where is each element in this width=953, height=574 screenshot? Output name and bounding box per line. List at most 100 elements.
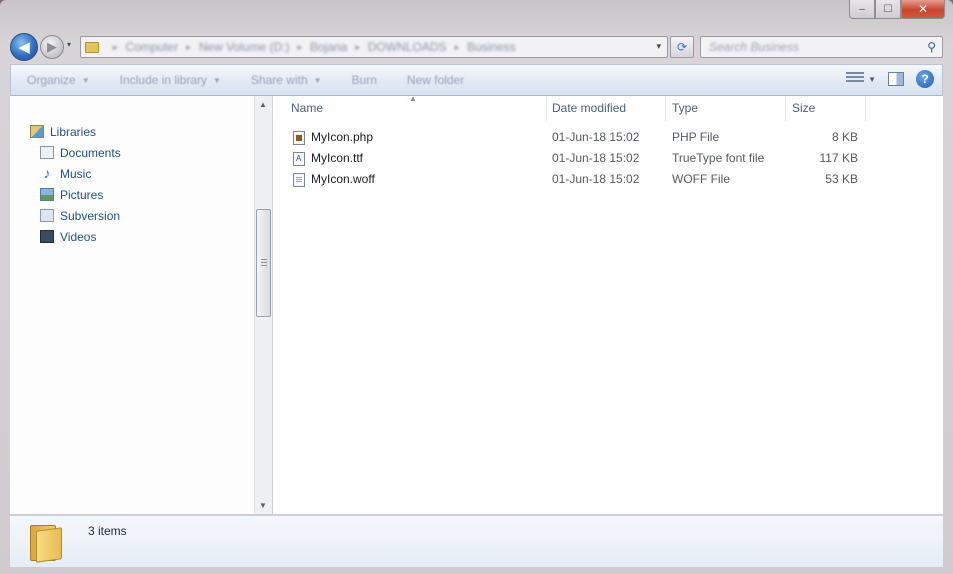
scroll-up-icon[interactable]: ▲ — [259, 100, 267, 109]
view-dropdown-icon[interactable]: ▼ — [868, 75, 876, 84]
sidebar-item-label: Documents — [60, 145, 121, 160]
sidebar-item-pictures[interactable]: Pictures — [30, 184, 121, 205]
address-dropdown-icon[interactable]: ▾ — [656, 41, 661, 52]
sidebar-item-label: Pictures — [60, 187, 104, 202]
details-pane: 3 items — [10, 515, 943, 567]
breadcrumb-downloads[interactable]: DOWNLOADS — [368, 40, 447, 54]
sidebar-item-videos[interactable]: Videos — [30, 226, 121, 247]
navigation-scrollbar[interactable]: ▲ ▼ — [254, 96, 272, 514]
pictures-icon — [40, 188, 54, 201]
burn-button[interactable]: Burn — [336, 73, 391, 87]
file-name: MyIcon.php — [311, 130, 374, 144]
music-icon: ♪ — [43, 165, 51, 181]
sidebar-item-subversion[interactable]: Subversion — [30, 205, 121, 226]
include-in-library-button[interactable]: Include in library ▼ — [104, 73, 235, 87]
breadcrumb-separator[interactable]: ▸ — [355, 42, 360, 53]
file-name: MyIcon.ttf — [311, 151, 364, 165]
woff-file-icon — [293, 172, 305, 187]
videos-icon — [40, 230, 54, 243]
sidebar-item-label: Music — [60, 166, 92, 181]
back-button[interactable]: ◀ — [10, 33, 38, 61]
breadcrumb-bojana[interactable]: Bojana — [310, 40, 347, 54]
breadcrumb-separator[interactable]: ▸ — [186, 42, 191, 53]
column-header-name[interactable]: Name — [285, 96, 547, 121]
breadcrumb-volume[interactable]: New Volume (D:) — [199, 40, 290, 54]
library-tree: Libraries Documents ♪ Music Pictures Sub… — [30, 121, 121, 247]
table-row[interactable]: MyIcon.php 01-Jun-18 15:02 PHP File 8 KB — [273, 127, 873, 148]
sidebar-item-label: Subversion — [60, 208, 121, 223]
navigation-pane: Libraries Documents ♪ Music Pictures Sub… — [10, 96, 272, 514]
sidebar-item-documents[interactable]: Documents — [30, 142, 121, 163]
sidebar-item-label: Videos — [60, 229, 97, 244]
sidebar-item-libraries[interactable]: Libraries — [30, 121, 121, 142]
file-date: 01-Jun-18 15:02 — [552, 151, 640, 165]
folder-icon — [85, 41, 99, 53]
table-row[interactable]: MyIcon.ttf 01-Jun-18 15:02 TrueType font… — [273, 148, 873, 169]
organize-button[interactable]: Organize ▼ — [11, 73, 104, 87]
file-size: 117 KB — [819, 151, 858, 165]
preview-pane-icon[interactable] — [888, 72, 904, 86]
subversion-icon — [40, 209, 54, 222]
file-name-cell: MyIcon.ttf — [293, 148, 363, 169]
php-file-icon — [293, 130, 305, 145]
folder-icon — [30, 521, 64, 563]
sidebar-item-music[interactable]: ♪ Music — [30, 163, 121, 184]
table-row[interactable]: MyIcon.woff 01-Jun-18 15:02 WOFF File 53… — [273, 169, 873, 190]
maximize-button[interactable]: ☐ — [875, 0, 901, 19]
navigation-bar: ◀ ▶ ▾ ▸ Computer ▸ New Volume (D:) ▸ Boj… — [10, 31, 943, 61]
file-type: WOFF File — [672, 172, 730, 186]
file-name-cell: MyIcon.woff — [293, 169, 375, 190]
file-name-cell: MyIcon.php — [293, 127, 373, 148]
search-placeholder: Search Business — [709, 40, 800, 54]
address-bar[interactable]: ▸ Computer ▸ New Volume (D:) ▸ Bojana ▸ … — [80, 36, 668, 58]
file-size: 8 KB — [831, 130, 858, 144]
include-in-library-label: Include in library — [119, 73, 207, 87]
refresh-button[interactable]: ⟳ — [670, 36, 694, 58]
breadcrumb-separator[interactable]: ▸ — [297, 42, 302, 53]
column-header-type[interactable]: Type — [666, 96, 786, 121]
chevron-down-icon: ▼ — [81, 75, 90, 85]
close-button[interactable]: ✕ — [901, 0, 945, 19]
forward-button[interactable]: ▶ — [40, 35, 64, 59]
organize-label: Organize — [27, 73, 76, 87]
scroll-down-icon[interactable]: ▼ — [259, 501, 267, 510]
new-folder-button[interactable]: New folder — [391, 73, 478, 87]
search-input[interactable]: Search Business ⚲ — [700, 36, 943, 58]
help-icon[interactable]: ? — [916, 70, 934, 88]
chevron-down-icon: ▼ — [213, 75, 221, 85]
column-headers: ▲ Name Date modified Type Size — [273, 94, 873, 121]
file-date: 01-Jun-18 15:02 — [552, 130, 640, 144]
file-list: ▲ Name Date modified Type Size MyIcon.ph… — [273, 94, 943, 514]
file-name: MyIcon.woff — [311, 172, 375, 186]
file-date: 01-Jun-18 15:02 — [552, 172, 640, 186]
view-list-icon[interactable] — [846, 72, 865, 86]
burn-label: Burn — [351, 73, 377, 87]
scrollbar-thumb[interactable] — [256, 209, 271, 317]
explorer-window: – ☐ ✕ ◀ ▶ ▾ ▸ Computer ▸ New Volume (D:)… — [0, 0, 953, 574]
column-header-date[interactable]: Date modified — [546, 96, 666, 121]
new-folder-label: New folder — [406, 73, 465, 87]
command-bar: Organize ▼ Include in library ▼ Share wi… — [10, 64, 943, 96]
breadcrumb-business[interactable]: Business — [467, 40, 516, 54]
item-count: 3 items — [88, 524, 127, 538]
file-type: PHP File — [672, 130, 720, 144]
breadcrumb-computer[interactable]: Computer — [126, 40, 179, 54]
breadcrumb-separator[interactable]: ▸ — [113, 42, 118, 53]
share-with-button[interactable]: Share with ▼ — [235, 73, 336, 87]
caption-buttons: – ☐ ✕ — [849, 0, 945, 19]
chevron-down-icon: ▼ — [313, 75, 322, 85]
file-type: TrueType font file — [672, 151, 765, 165]
libraries-icon — [30, 125, 44, 138]
breadcrumb-separator[interactable]: ▸ — [455, 42, 460, 53]
minimize-button[interactable]: – — [849, 0, 875, 19]
column-header-size[interactable]: Size — [786, 96, 866, 121]
grip-icon — [261, 259, 267, 267]
search-icon[interactable]: ⚲ — [927, 40, 936, 54]
documents-icon — [40, 146, 54, 159]
share-with-label: Share with — [250, 73, 308, 87]
ttf-file-icon — [293, 151, 305, 166]
sidebar-item-label: Libraries — [50, 124, 97, 139]
toolbar-right-group: ▼ ? — [846, 70, 934, 88]
file-size: 53 KB — [825, 172, 858, 186]
recent-pages-button[interactable]: ▾ — [67, 40, 71, 49]
